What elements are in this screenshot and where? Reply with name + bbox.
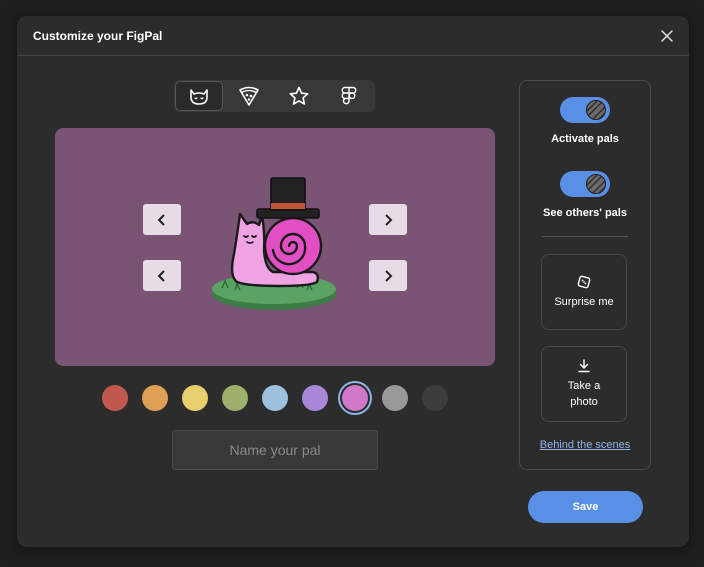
- dialog-header: Customize your FigPal: [17, 16, 689, 56]
- prev-body-button[interactable]: [143, 260, 181, 291]
- activate-pals-label: Activate pals: [551, 133, 619, 145]
- behind-the-scenes-link[interactable]: Behind the scenes: [520, 439, 650, 451]
- take-photo-button[interactable]: Take a photo: [541, 346, 627, 422]
- cat-icon: [190, 89, 208, 105]
- tab-cat[interactable]: [175, 81, 223, 111]
- take-photo-label: Take a photo: [568, 378, 600, 410]
- tab-pizza[interactable]: [225, 81, 273, 111]
- dialog-title: Customize your FigPal: [33, 29, 163, 43]
- chevron-right-icon: [385, 213, 393, 226]
- figma-logo-icon: [341, 86, 357, 105]
- swatch-color[interactable]: [382, 385, 408, 411]
- star-icon: [289, 86, 309, 105]
- swatch-color[interactable]: [222, 385, 248, 411]
- swatch-color[interactable]: [262, 385, 288, 411]
- chevron-left-icon: [157, 213, 165, 226]
- see-others-pals-label: See others' pals: [543, 207, 627, 219]
- swatch-color[interactable]: [182, 385, 208, 411]
- chevron-left-icon: [157, 269, 165, 282]
- swatch-color[interactable]: [422, 385, 448, 411]
- tab-star[interactable]: [275, 81, 323, 111]
- toggle-knob: [586, 174, 606, 194]
- snail-pal-illustration: [212, 177, 336, 310]
- settings-panel: Activate pals See others' pals Surprise …: [519, 80, 651, 470]
- swatch-color[interactable]: [142, 385, 168, 411]
- surprise-me-label: Surprise me: [554, 295, 614, 308]
- pizza-icon: [239, 86, 259, 106]
- prev-hat-button[interactable]: [143, 204, 181, 235]
- category-tabs: [174, 80, 375, 112]
- take-photo-label-line2: photo: [570, 395, 598, 408]
- dice-icon: [577, 275, 591, 288]
- pal-preview: [55, 128, 495, 366]
- swatch-color[interactable]: [302, 385, 328, 411]
- divider: [542, 236, 628, 237]
- swatch-color[interactable]: [102, 385, 128, 411]
- take-photo-label-line1: Take a: [567, 379, 601, 392]
- swatch-color[interactable]: [342, 385, 368, 411]
- surprise-me-button[interactable]: Surprise me: [541, 254, 627, 330]
- activate-pals-toggle[interactable]: [560, 97, 610, 123]
- download-icon: [578, 358, 590, 372]
- next-hat-button[interactable]: [369, 204, 407, 235]
- toggle-knob: [586, 100, 606, 120]
- see-others-pals-toggle[interactable]: [560, 171, 610, 197]
- chevron-right-icon: [385, 269, 393, 282]
- pal-name-input[interactable]: [172, 430, 378, 470]
- save-button[interactable]: Save: [528, 491, 643, 523]
- close-icon[interactable]: [659, 28, 675, 44]
- tab-figma[interactable]: [325, 81, 373, 111]
- next-body-button[interactable]: [369, 260, 407, 291]
- customize-dialog: Customize your FigPal Name your pal Acti…: [17, 16, 689, 547]
